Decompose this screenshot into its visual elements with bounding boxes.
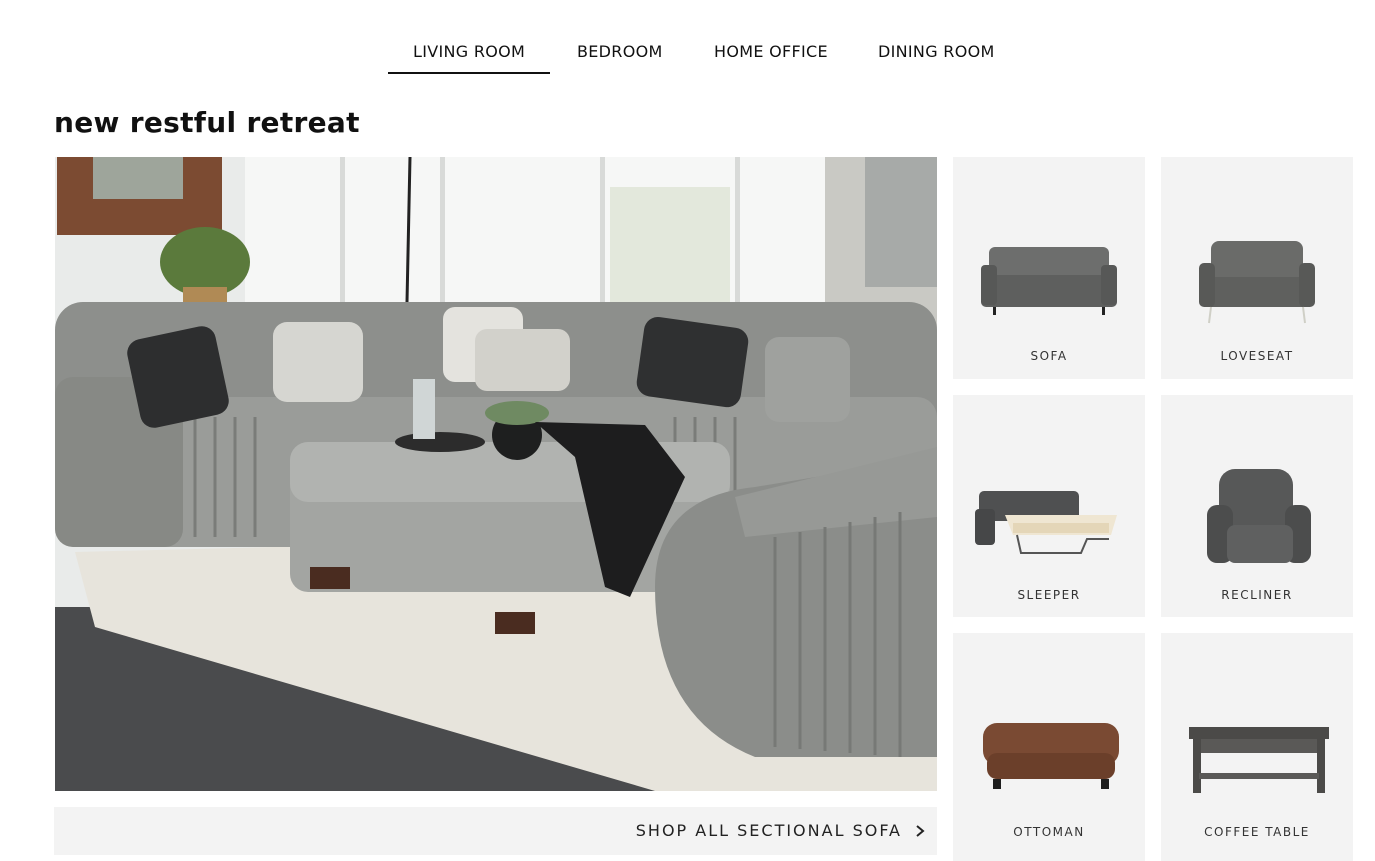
category-card-coffee-table[interactable]: COFFEE TABLE: [1161, 633, 1353, 861]
category-label: OTTOMAN: [1013, 825, 1085, 839]
category-label: SLEEPER: [1017, 588, 1081, 602]
category-card-sleeper[interactable]: SLEEPER: [953, 395, 1145, 617]
category-label: LOVESEAT: [1220, 349, 1294, 363]
sofa-icon: [981, 247, 1117, 315]
category-card-loveseat[interactable]: LOVESEAT: [1161, 157, 1353, 379]
category-card-recliner[interactable]: RECLINER: [1161, 395, 1353, 617]
page-title: new restful retreat: [54, 106, 360, 139]
ottoman-icon: [983, 723, 1119, 789]
category-tabs: LIVING ROOM BEDROOM HOME OFFICE DINING R…: [0, 0, 1375, 80]
coffee-table-icon: [1189, 727, 1329, 793]
recliner-icon: [1207, 469, 1311, 563]
hero-image[interactable]: [55, 157, 937, 791]
tab-bedroom[interactable]: BEDROOM: [577, 42, 663, 61]
tab-dining-room[interactable]: DINING ROOM: [878, 42, 995, 61]
tab-living-room[interactable]: LIVING ROOM: [387, 42, 551, 74]
hero-sectional-illustration: [55, 157, 937, 791]
category-label: RECLINER: [1221, 588, 1293, 602]
shop-all-sectional-sofa-button[interactable]: SHOP ALL SECTIONAL SOFA: [54, 807, 937, 855]
shop-all-label: SHOP ALL SECTIONAL SOFA: [635, 821, 902, 840]
tab-home-office[interactable]: HOME OFFICE: [714, 42, 828, 61]
sleeper-icon: [975, 491, 1117, 554]
category-card-ottoman[interactable]: OTTOMAN: [953, 633, 1145, 861]
category-label: SOFA: [1030, 349, 1068, 363]
category-card-sofa[interactable]: SOFA: [953, 157, 1145, 379]
loveseat-icon: [1199, 241, 1315, 324]
chevron-right-icon: [916, 825, 925, 837]
category-label: COFFEE TABLE: [1204, 825, 1310, 839]
